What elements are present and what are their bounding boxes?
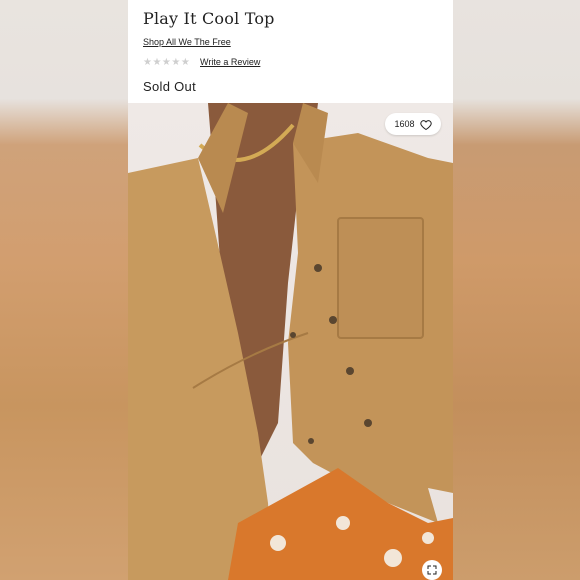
heart-icon[interactable] — [419, 118, 432, 131]
likes-count: 1608 — [394, 119, 415, 129]
blurred-background-right — [453, 0, 580, 580]
product-card: Play It Cool Top Shop All We The Free ★★… — [128, 0, 453, 580]
expand-icon[interactable] — [422, 560, 442, 580]
product-info: Play It Cool Top Shop All We The Free ★★… — [128, 0, 453, 103]
blurred-background-left — [0, 0, 128, 580]
write-review-link[interactable]: Write a Review — [200, 57, 260, 67]
shirt-image — [128, 103, 453, 580]
stock-status: Sold Out — [143, 79, 196, 94]
shop-brand-link[interactable]: Shop All We The Free — [143, 37, 231, 47]
product-title: Play It Cool Top — [143, 9, 275, 28]
product-photo[interactable] — [128, 103, 453, 580]
rating-stars: ★★★★★ — [143, 57, 191, 68]
likes-badge[interactable]: 1608 — [385, 113, 441, 135]
